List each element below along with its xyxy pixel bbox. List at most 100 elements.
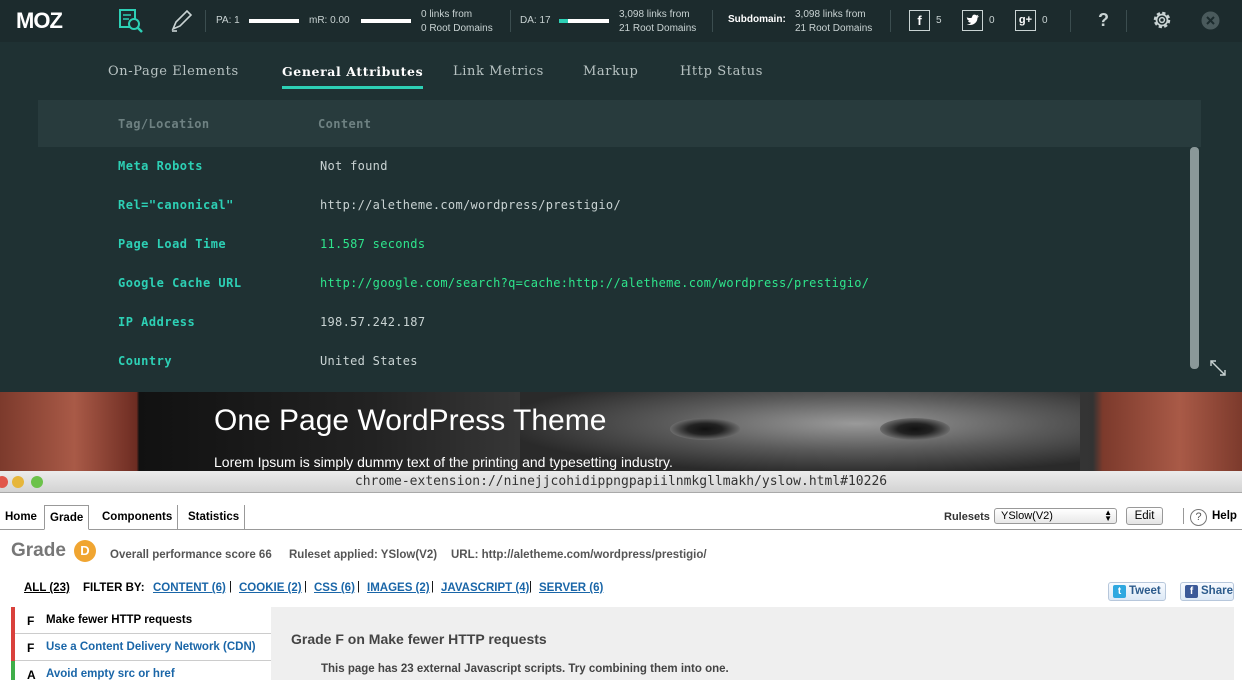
tab-grade[interactable]: Grade bbox=[44, 505, 90, 530]
divider bbox=[1126, 10, 1127, 32]
subdomain-label: Subdomain: bbox=[728, 14, 786, 25]
domain-links-summary[interactable]: 3,098 links from 21 Root Domains bbox=[619, 8, 696, 36]
attribute-value: Not found bbox=[320, 159, 388, 173]
attribute-key: Meta Robots bbox=[118, 159, 203, 173]
facebook-share-button[interactable]: f Share bbox=[1180, 582, 1234, 601]
filter-separator: | bbox=[304, 581, 307, 593]
page-links-line: 0 links from bbox=[421, 9, 473, 20]
mozbar-toolbar: MOZ PA: 1 mR: 0.00 0 links from 0 Root D… bbox=[0, 0, 1242, 42]
attribute-value: United States bbox=[320, 354, 418, 368]
tab-http-status[interactable]: Http Status bbox=[680, 64, 763, 79]
rule-label: Use a Content Delivery Network (CDN) bbox=[46, 641, 256, 653]
divider bbox=[510, 10, 511, 32]
filter-all-link[interactable]: ALL (23) bbox=[24, 582, 70, 594]
filter-images-link[interactable]: IMAGES (2) bbox=[367, 582, 430, 594]
table-row: Rel="canonical" http://aletheme.com/word… bbox=[0, 186, 1180, 225]
tab-statistics[interactable]: Statistics bbox=[183, 505, 246, 530]
tab-markup[interactable]: Markup bbox=[583, 64, 638, 79]
hero-subtitle: Lorem Ipsum is simply dummy text of the … bbox=[214, 454, 673, 470]
attribute-key: Page Load Time bbox=[118, 237, 227, 251]
tweet-button[interactable]: t Tweet bbox=[1108, 582, 1166, 601]
page-authority-bar bbox=[249, 19, 299, 23]
grade-heading: Grade bbox=[11, 540, 66, 561]
window-titlebar[interactable]: chrome-extension://ninejjcohidippngpapii… bbox=[0, 471, 1242, 493]
google-cache-link[interactable]: http://google.com/search?q=cache:http://… bbox=[320, 276, 869, 290]
attribute-key: IP Address bbox=[118, 315, 196, 329]
google-plus-icon[interactable]: g+ bbox=[1015, 10, 1036, 31]
filter-separator: | bbox=[431, 581, 434, 593]
filter-separator: | bbox=[529, 581, 532, 593]
table-row: Country United States bbox=[0, 342, 1180, 381]
page-links-summary[interactable]: 0 links from 0 Root Domains bbox=[421, 8, 493, 36]
grade-color-bar bbox=[11, 634, 15, 661]
rule-label: Avoid empty src or href bbox=[46, 668, 175, 680]
edit-ruleset-button[interactable]: Edit bbox=[1126, 507, 1163, 525]
tab-general-attributes[interactable]: General Attributes bbox=[282, 64, 424, 89]
list-item[interactable]: F Use a Content Delivery Network (CDN) bbox=[11, 634, 271, 661]
google-plus-count: 0 bbox=[1042, 15, 1048, 26]
close-icon[interactable] bbox=[1201, 11, 1220, 30]
page-authority-label: PA: 1 bbox=[216, 15, 240, 26]
filter-server-link[interactable]: SERVER (6) bbox=[539, 582, 603, 594]
attribute-value: http://aletheme.com/wordpress/prestigio/ bbox=[320, 198, 621, 212]
rule-label: Make fewer HTTP requests bbox=[46, 614, 193, 626]
domain-authority-bar bbox=[559, 19, 609, 23]
overall-score: Overall performance score 66 bbox=[110, 549, 272, 561]
filter-by-label: FILTER BY: bbox=[83, 582, 145, 594]
twitter-icon[interactable] bbox=[962, 10, 983, 31]
tab-home[interactable]: Home bbox=[0, 505, 42, 530]
expand-icon[interactable] bbox=[1208, 358, 1228, 378]
divider bbox=[205, 10, 206, 32]
highlighter-icon[interactable] bbox=[168, 8, 194, 34]
facebook-count: 5 bbox=[936, 15, 942, 26]
help-link[interactable]: Help bbox=[1212, 510, 1237, 522]
page-analysis-icon[interactable] bbox=[118, 8, 144, 34]
column-header-content: Content bbox=[318, 117, 372, 131]
subdomain-links-summary[interactable]: 3,098 links from 21 Root Domains bbox=[795, 8, 872, 36]
domain-links-line: 3,098 links from bbox=[619, 9, 690, 20]
tab-link-metrics[interactable]: Link Metrics bbox=[453, 64, 544, 79]
page-root-domains-line: 0 Root Domains bbox=[421, 23, 493, 34]
attribute-key: Rel="canonical" bbox=[118, 198, 234, 212]
window-title-url: chrome-extension://ninejjcohidippngpapii… bbox=[354, 474, 888, 489]
filter-css-link[interactable]: CSS (6) bbox=[314, 582, 355, 594]
attribute-key: Google Cache URL bbox=[118, 276, 242, 290]
list-item[interactable]: A Avoid empty src or href bbox=[11, 661, 271, 680]
attribute-value: 198.57.242.187 bbox=[320, 315, 426, 329]
moz-logo[interactable]: MOZ bbox=[16, 8, 63, 34]
rulesets-select[interactable]: YSlow(V2) ▲ ▼ bbox=[994, 508, 1117, 524]
twitter-bird-icon: t bbox=[1113, 585, 1126, 598]
rule-detail-panel: Grade F on Make fewer HTTP requests This… bbox=[271, 607, 1234, 680]
filter-separator: | bbox=[357, 581, 360, 593]
tab-on-page-elements[interactable]: On-Page Elements bbox=[108, 64, 239, 79]
help-icon[interactable]: ? bbox=[1098, 10, 1109, 31]
filter-javascript-link[interactable]: JAVASCRIPT (4) bbox=[441, 582, 529, 594]
divider bbox=[1070, 10, 1071, 32]
subdomain-root-domains-line: 21 Root Domains bbox=[795, 23, 873, 34]
subdomain-links-line: 3,098 links from bbox=[795, 9, 866, 20]
filter-content-link[interactable]: CONTENT (6) bbox=[153, 582, 226, 594]
yslow-window: chrome-extension://ninejjcohidippngpapii… bbox=[0, 471, 1242, 680]
tab-components[interactable]: Components bbox=[97, 505, 179, 530]
help-question-icon[interactable]: ? bbox=[1190, 509, 1207, 526]
domain-authority-label: DA: 17 bbox=[520, 15, 551, 26]
rulesets-label: Rulesets bbox=[944, 511, 990, 523]
grade-color-bar bbox=[11, 607, 15, 634]
analyzed-url: URL: http://aletheme.com/wordpress/prest… bbox=[451, 549, 707, 561]
divider bbox=[890, 10, 891, 32]
filter-cookie-link[interactable]: COOKIE (2) bbox=[239, 582, 302, 594]
divider bbox=[712, 10, 713, 32]
table-row: Meta Robots Not found bbox=[0, 147, 1180, 186]
hero-image-detail bbox=[880, 418, 950, 440]
scrollbar-thumb[interactable] bbox=[1190, 147, 1199, 369]
list-item[interactable]: F Make fewer HTTP requests bbox=[11, 607, 271, 634]
filter-separator: | bbox=[229, 581, 232, 593]
select-arrows-icon: ▲ ▼ bbox=[1104, 508, 1112, 523]
rule-grade: A bbox=[27, 668, 36, 680]
facebook-icon[interactable]: f bbox=[909, 10, 930, 31]
table-row: Page Load Time 11.587 seconds bbox=[0, 225, 1180, 264]
settings-gear-icon[interactable] bbox=[1149, 7, 1175, 33]
ruleset-applied: Ruleset applied: YSlow(V2) bbox=[289, 549, 438, 561]
tweet-label: Tweet bbox=[1129, 585, 1161, 597]
rule-grade: F bbox=[27, 641, 35, 655]
